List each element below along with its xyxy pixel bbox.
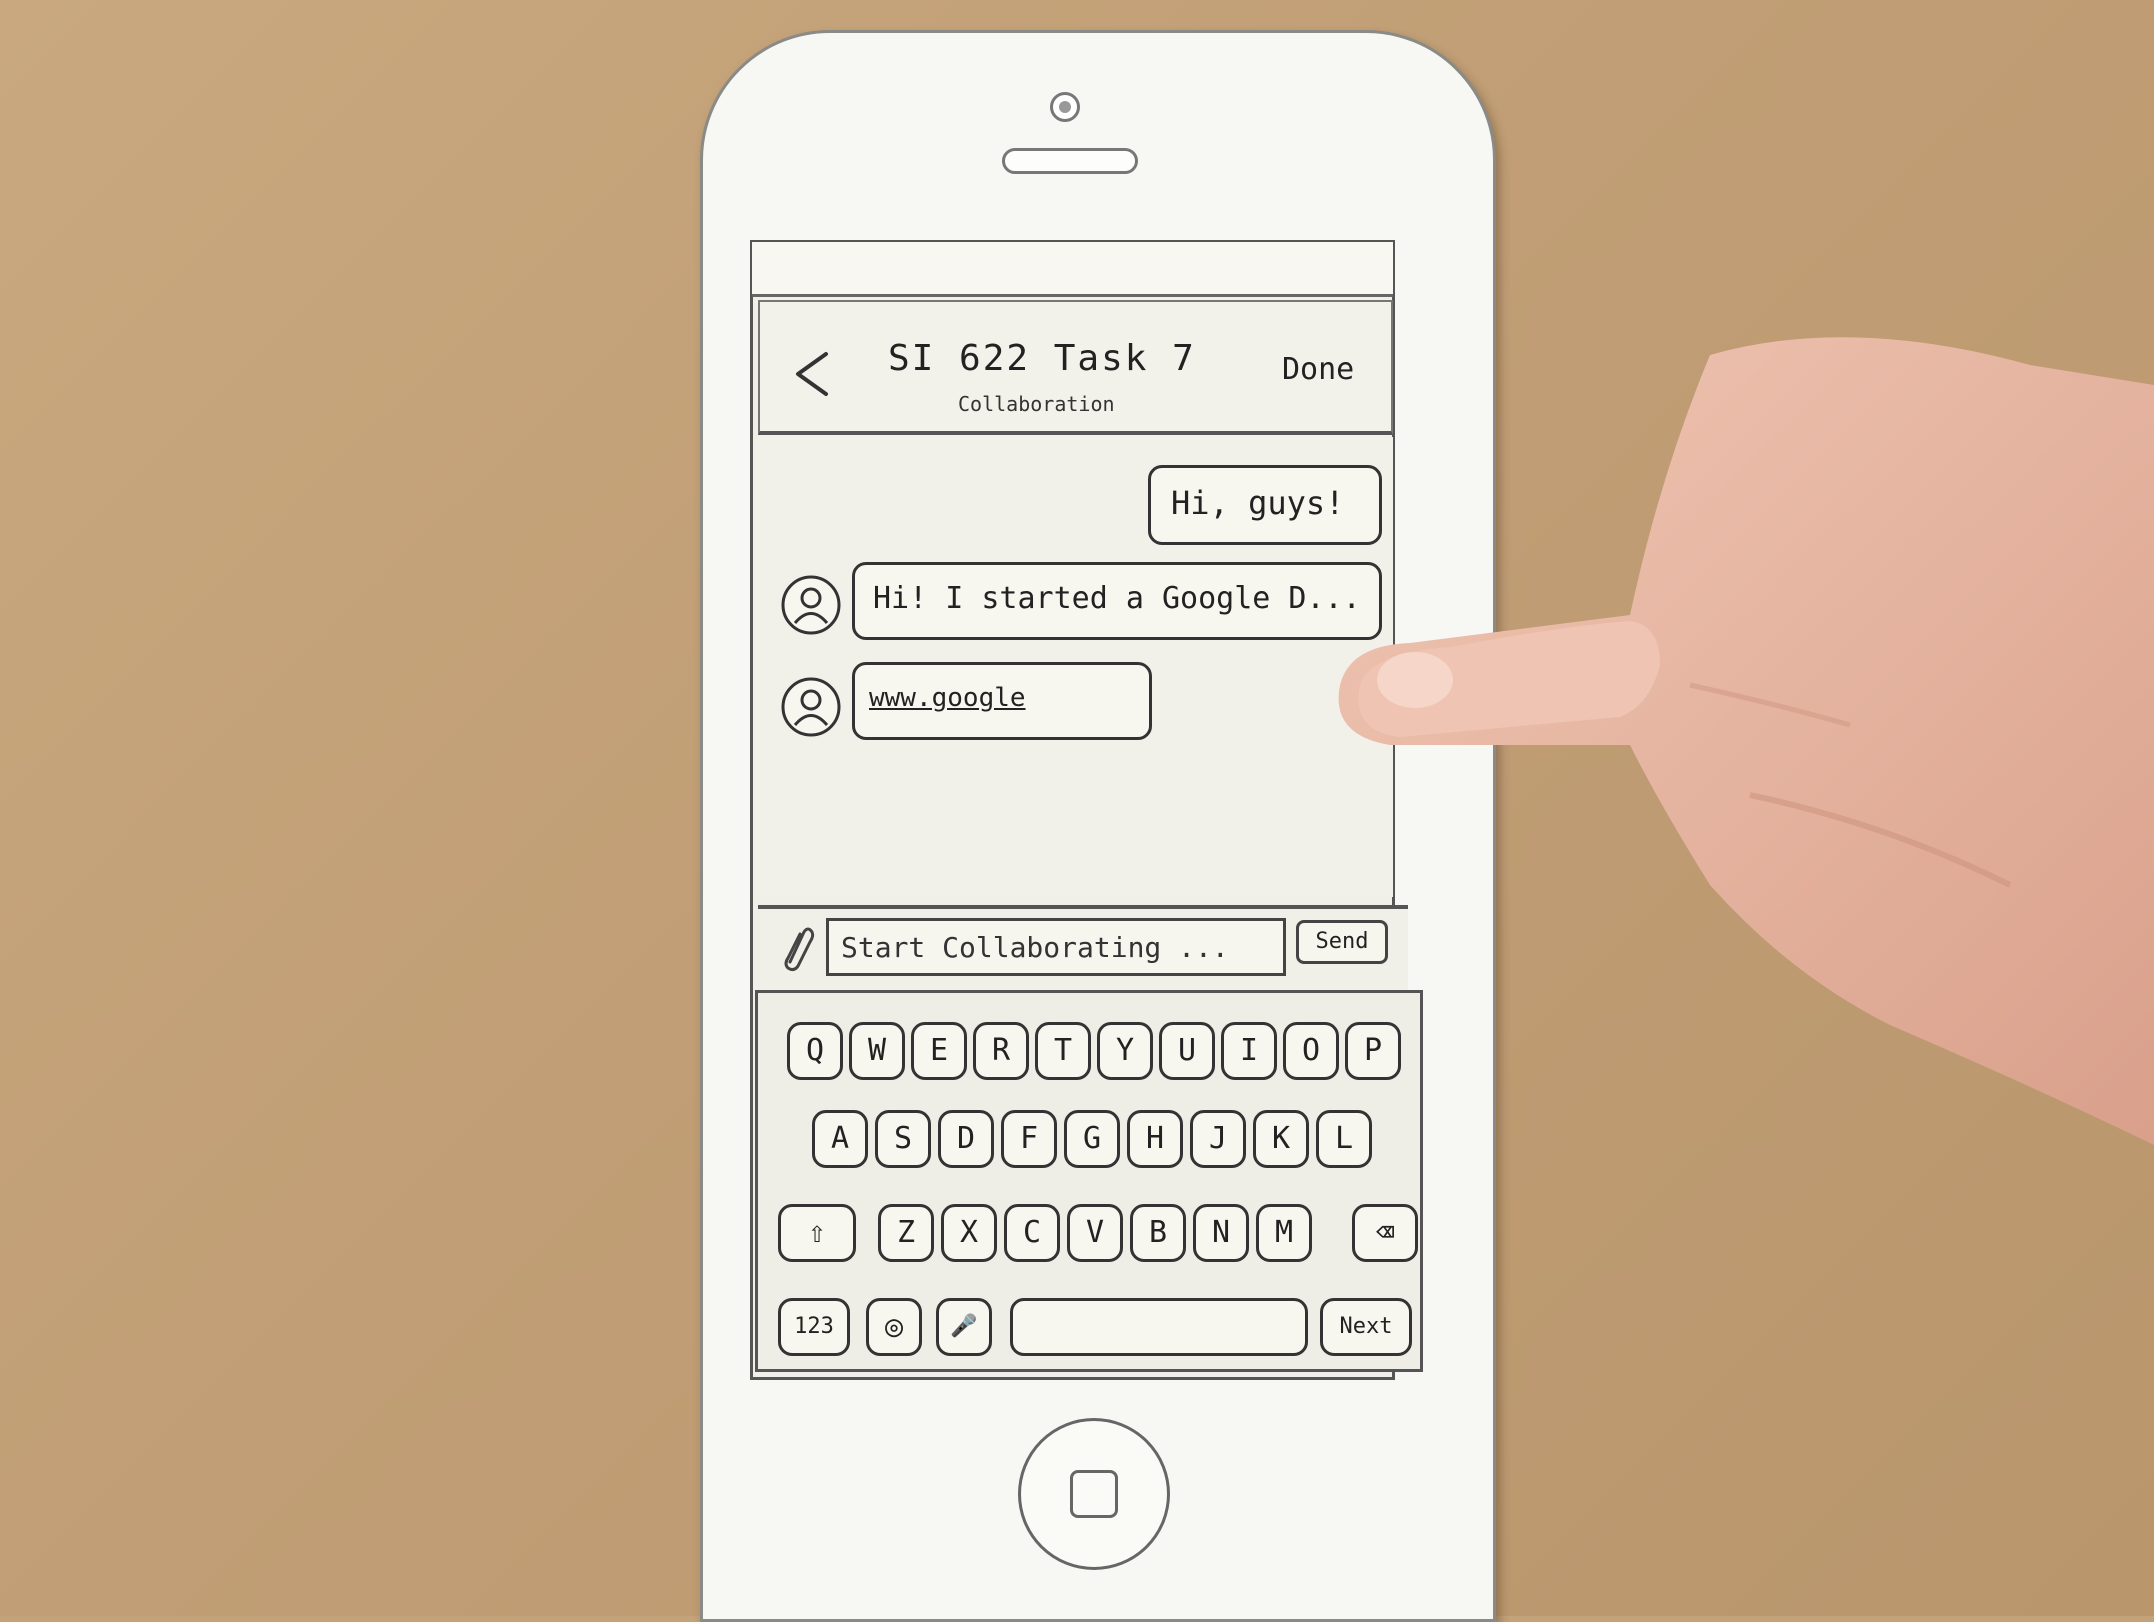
user-avatar-icon (781, 575, 841, 635)
paperclip-icon[interactable] (780, 922, 816, 972)
status-bar (752, 242, 1393, 297)
microphone-key-icon[interactable]: 🎤 (936, 1298, 992, 1356)
globe-key-icon[interactable]: ◎ (866, 1298, 922, 1356)
message-input[interactable]: Start Collaborating ... (826, 918, 1286, 976)
space-bar[interactable] (1010, 1298, 1308, 1356)
key-f[interactable]: F (1001, 1110, 1057, 1168)
user-avatar-icon (781, 677, 841, 737)
key-s[interactable]: S (875, 1110, 931, 1168)
key-t[interactable]: T (1035, 1022, 1091, 1080)
numbers-key[interactable]: 123 (778, 1298, 850, 1356)
key-q[interactable]: Q (787, 1022, 843, 1080)
key-d[interactable]: D (938, 1110, 994, 1168)
incoming-message-bubble: Hi! I started a Google D... (852, 562, 1382, 640)
key-g[interactable]: G (1064, 1110, 1120, 1168)
key-n[interactable]: N (1193, 1204, 1249, 1262)
conversation-subtitle: Collaboration (958, 392, 1115, 416)
key-i[interactable]: I (1221, 1022, 1277, 1080)
home-square-icon (1070, 1470, 1118, 1518)
key-h[interactable]: H (1127, 1110, 1183, 1168)
key-x[interactable]: X (941, 1204, 997, 1262)
back-chevron-icon[interactable] (788, 350, 836, 398)
key-e[interactable]: E (911, 1022, 967, 1080)
next-key[interactable]: Next (1320, 1298, 1412, 1356)
key-v[interactable]: V (1067, 1204, 1123, 1262)
pointing-hand (1338, 337, 2154, 1145)
shared-link-bubble[interactable]: www.google (852, 662, 1152, 740)
key-u[interactable]: U (1159, 1022, 1215, 1080)
key-z[interactable]: Z (878, 1204, 934, 1262)
key-c[interactable]: C (1004, 1204, 1060, 1262)
conversation-title: SI 622 Task 7 (888, 338, 1196, 379)
key-j[interactable]: J (1190, 1110, 1246, 1168)
key-w[interactable]: W (849, 1022, 905, 1080)
shift-key[interactable]: ⇧ (778, 1204, 856, 1262)
key-b[interactable]: B (1130, 1204, 1186, 1262)
key-a[interactable]: A (812, 1110, 868, 1168)
key-r[interactable]: R (973, 1022, 1029, 1080)
key-y[interactable]: Y (1097, 1022, 1153, 1080)
earpiece-speaker (1002, 148, 1138, 174)
key-m[interactable]: M (1256, 1204, 1312, 1262)
front-camera-icon (1050, 92, 1080, 122)
key-k[interactable]: K (1253, 1110, 1309, 1168)
